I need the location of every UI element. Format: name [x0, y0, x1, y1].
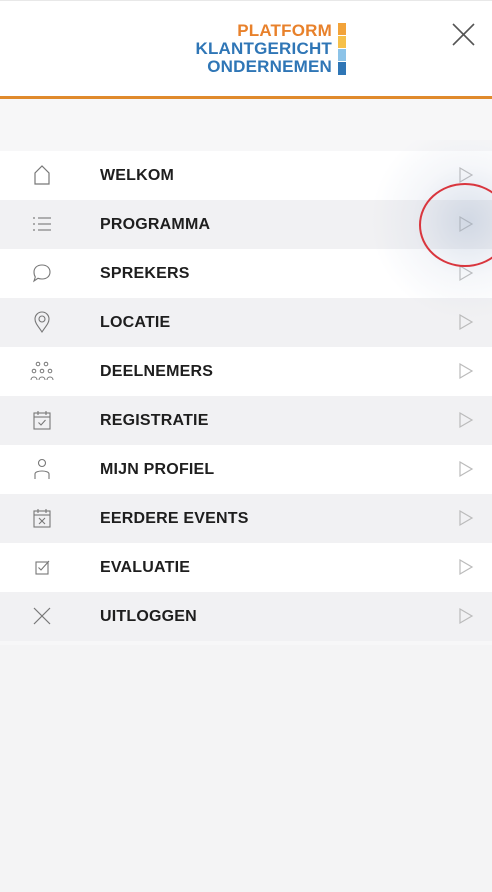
- logo-color-bar: [338, 23, 346, 75]
- menu-item-label: EVALUATIE: [100, 559, 191, 576]
- user-icon: [30, 457, 54, 481]
- menu-item-mijn-profiel[interactable]: MIJN PROFIEL: [0, 445, 492, 494]
- menu-item-label: REGISTRATIE: [100, 412, 209, 429]
- menu-item-welkom[interactable]: WELKOM: [0, 151, 492, 200]
- play-arrow-icon[interactable]: [458, 558, 474, 576]
- logo-line-klantgericht: KLANTGERICHT: [195, 39, 332, 58]
- logo-line-ondernemen: ONDERNEMEN: [207, 57, 332, 76]
- play-arrow-icon[interactable]: [458, 215, 474, 233]
- checkbox-icon: [30, 555, 54, 579]
- menu-item-label: DEELNEMERS: [100, 363, 214, 380]
- play-arrow-icon[interactable]: [458, 362, 474, 380]
- menu-item-label: UITLOGGEN: [100, 608, 197, 625]
- menu-top-spacer: [0, 99, 492, 151]
- menu-item-label: MIJN PROFIEL: [100, 461, 215, 478]
- logout-x-icon: [30, 604, 54, 628]
- menu-item-locatie[interactable]: LOCATIE: [0, 298, 492, 347]
- platform-logo[interactable]: PLATFORM KLANTGERICHT ONDERNEMEN: [168, 20, 350, 82]
- group-icon: [30, 359, 54, 383]
- play-arrow-icon[interactable]: [458, 460, 474, 478]
- menu-item-label: EERDERE EVENTS: [100, 510, 249, 527]
- menu-item-uitloggen[interactable]: UITLOGGEN: [0, 592, 492, 641]
- menu-item-eerdere-events[interactable]: EERDERE EVENTS: [0, 494, 492, 543]
- calendar-check-icon: [30, 408, 54, 432]
- menu-item-sprekers[interactable]: SPREKERS: [0, 249, 492, 298]
- header: PLATFORM KLANTGERICHT ONDERNEMEN: [0, 1, 492, 96]
- close-icon[interactable]: [448, 19, 478, 49]
- menu-item-label: WELKOM: [100, 167, 175, 184]
- play-arrow-icon[interactable]: [458, 313, 474, 331]
- calendar-x-icon: [30, 506, 54, 530]
- menu-item-label: LOCATIE: [100, 314, 171, 331]
- speech-bubble-icon: [30, 261, 54, 285]
- play-arrow-icon[interactable]: [458, 509, 474, 527]
- menu-item-programma[interactable]: PROGRAMMA: [0, 200, 492, 249]
- play-arrow-icon[interactable]: [458, 607, 474, 625]
- play-arrow-icon[interactable]: [458, 411, 474, 429]
- menu-item-deelnemers[interactable]: DEELNEMERS: [0, 347, 492, 396]
- navigation-menu: WELKOM PROGRAMMA SPREKERS LOCATIE DEELNE…: [0, 151, 492, 641]
- location-pin-icon: [30, 310, 54, 334]
- app-screen: PLATFORM KLANTGERICHT ONDERNEMEN WELKOM …: [0, 0, 492, 892]
- list-icon: [30, 212, 54, 236]
- play-arrow-icon[interactable]: [458, 264, 474, 282]
- menu-item-evaluatie[interactable]: EVALUATIE: [0, 543, 492, 592]
- menu-item-label: SPREKERS: [100, 265, 190, 282]
- play-arrow-icon[interactable]: [458, 166, 474, 184]
- menu-item-label: PROGRAMMA: [100, 216, 211, 233]
- menu-item-registratie[interactable]: REGISTRATIE: [0, 396, 492, 445]
- menu-empty-area: [0, 645, 492, 892]
- logo-line-platform: PLATFORM: [237, 21, 332, 40]
- home-icon: [30, 163, 54, 187]
